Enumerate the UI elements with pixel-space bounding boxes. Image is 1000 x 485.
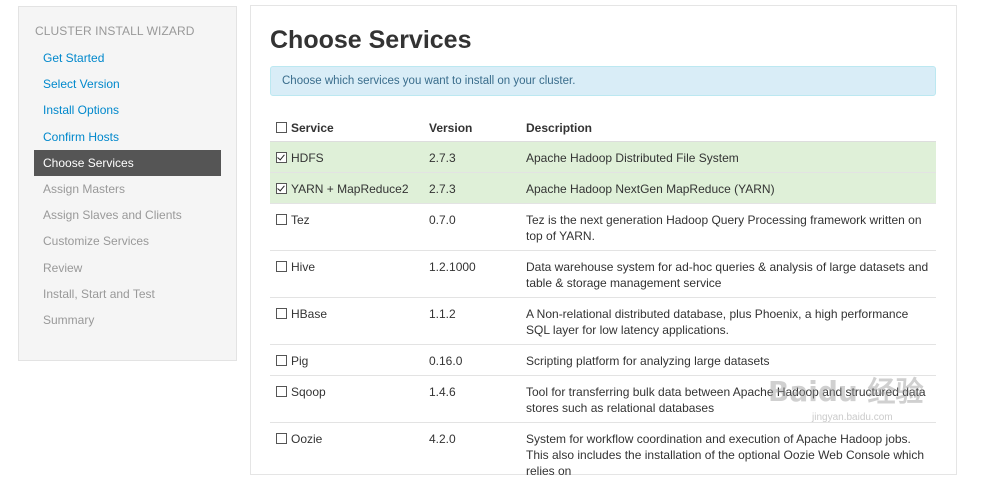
service-description: Apache Hadoop NextGen MapReduce (YARN)	[520, 173, 936, 204]
service-name: Hive	[291, 260, 315, 274]
service-name: Pig	[291, 354, 308, 368]
service-cell: Tez	[270, 204, 423, 251]
service-version: 1.4.6	[423, 376, 520, 423]
service-version: 1.2.1000	[423, 251, 520, 298]
service-checkbox[interactable]	[276, 308, 287, 319]
table-row: Tez 0.7.0Tez is the next generation Hadoo…	[270, 204, 936, 251]
service-cell: Hive	[270, 251, 423, 298]
service-name: HBase	[291, 307, 327, 321]
services-table: Service Version Description HDFS 2.7.3Apa…	[270, 114, 936, 485]
service-description: Tez is the next generation Hadoop Query …	[520, 204, 936, 251]
sidebar-item-review: Review	[34, 255, 221, 281]
service-name: Tez	[291, 213, 310, 227]
sidebar-item-get-started[interactable]: Get Started	[34, 45, 221, 71]
service-description: Apache Hadoop Distributed File System	[520, 142, 936, 173]
table-row: YARN + MapReduce2 2.7.3Apache Hadoop Next…	[270, 173, 936, 204]
table-row: Oozie 4.2.0System for workflow coordinati…	[270, 423, 936, 485]
service-checkbox[interactable]	[276, 152, 287, 163]
service-checkbox[interactable]	[276, 183, 287, 194]
service-checkbox[interactable]	[276, 433, 287, 444]
sidebar-item-choose-services: Choose Services	[34, 150, 221, 176]
service-name: Sqoop	[291, 385, 326, 399]
service-cell: Oozie	[270, 423, 423, 485]
select-all-checkbox[interactable]	[276, 122, 287, 133]
service-cell: HBase	[270, 298, 423, 345]
description-column-header: Description	[520, 114, 936, 142]
service-cell: YARN + MapReduce2	[270, 173, 423, 204]
service-version: 2.7.3	[423, 142, 520, 173]
service-cell: Pig	[270, 345, 423, 376]
sidebar-title: CLUSTER INSTALL WIZARD	[35, 24, 195, 38]
info-alert: Choose which services you want to instal…	[270, 66, 936, 96]
table-row: Hive 1.2.1000Data warehouse system for ad…	[270, 251, 936, 298]
service-name: HDFS	[291, 151, 324, 165]
service-version: 2.7.3	[423, 173, 520, 204]
service-name: YARN + MapReduce2	[291, 182, 409, 196]
service-column-header: Service	[270, 114, 423, 142]
service-checkbox[interactable]	[276, 214, 287, 225]
service-description: A Non-relational distributed database, p…	[520, 298, 936, 345]
sidebar-item-confirm-hosts[interactable]: Confirm Hosts	[34, 124, 221, 150]
service-version: 0.7.0	[423, 204, 520, 251]
wizard-sidebar: CLUSTER INSTALL WIZARD Get Started Selec…	[18, 6, 237, 361]
service-version: 4.2.0	[423, 423, 520, 485]
service-column-label: Service	[291, 121, 334, 135]
watermark-logo: Baidu 经验	[768, 370, 924, 410]
sidebar-item-customize-services: Customize Services	[34, 228, 221, 254]
services-table-body: HDFS 2.7.3Apache Hadoop Distributed File …	[270, 142, 936, 485]
service-description: Data warehouse system for ad-hoc queries…	[520, 251, 936, 298]
version-column-header: Version	[423, 114, 520, 142]
watermark-url: jingyan.baidu.com	[812, 412, 893, 423]
service-cell: HDFS	[270, 142, 423, 173]
sidebar-item-select-version[interactable]: Select Version	[34, 71, 221, 97]
sidebar-item-install-options[interactable]: Install Options	[34, 97, 221, 123]
wizard-steps: Get Started Select Version Install Optio…	[34, 45, 221, 333]
sidebar-item-install-start-test: Install, Start and Test	[34, 281, 221, 307]
service-description: System for workflow coordination and exe…	[520, 423, 936, 485]
service-cell: Sqoop	[270, 376, 423, 423]
service-name: Oozie	[291, 432, 322, 446]
service-version: 1.1.2	[423, 298, 520, 345]
sidebar-item-assign-masters: Assign Masters	[34, 176, 221, 202]
sidebar-item-assign-slaves: Assign Slaves and Clients	[34, 202, 221, 228]
service-checkbox[interactable]	[276, 261, 287, 272]
sidebar-item-summary: Summary	[34, 307, 221, 333]
service-checkbox[interactable]	[276, 355, 287, 366]
service-version: 0.16.0	[423, 345, 520, 376]
table-row: HDFS 2.7.3Apache Hadoop Distributed File …	[270, 142, 936, 173]
table-header-row: Service Version Description	[270, 114, 936, 142]
service-checkbox[interactable]	[276, 386, 287, 397]
table-row: HBase 1.1.2A Non-relational distributed d…	[270, 298, 936, 345]
page-title: Choose Services	[270, 26, 472, 55]
